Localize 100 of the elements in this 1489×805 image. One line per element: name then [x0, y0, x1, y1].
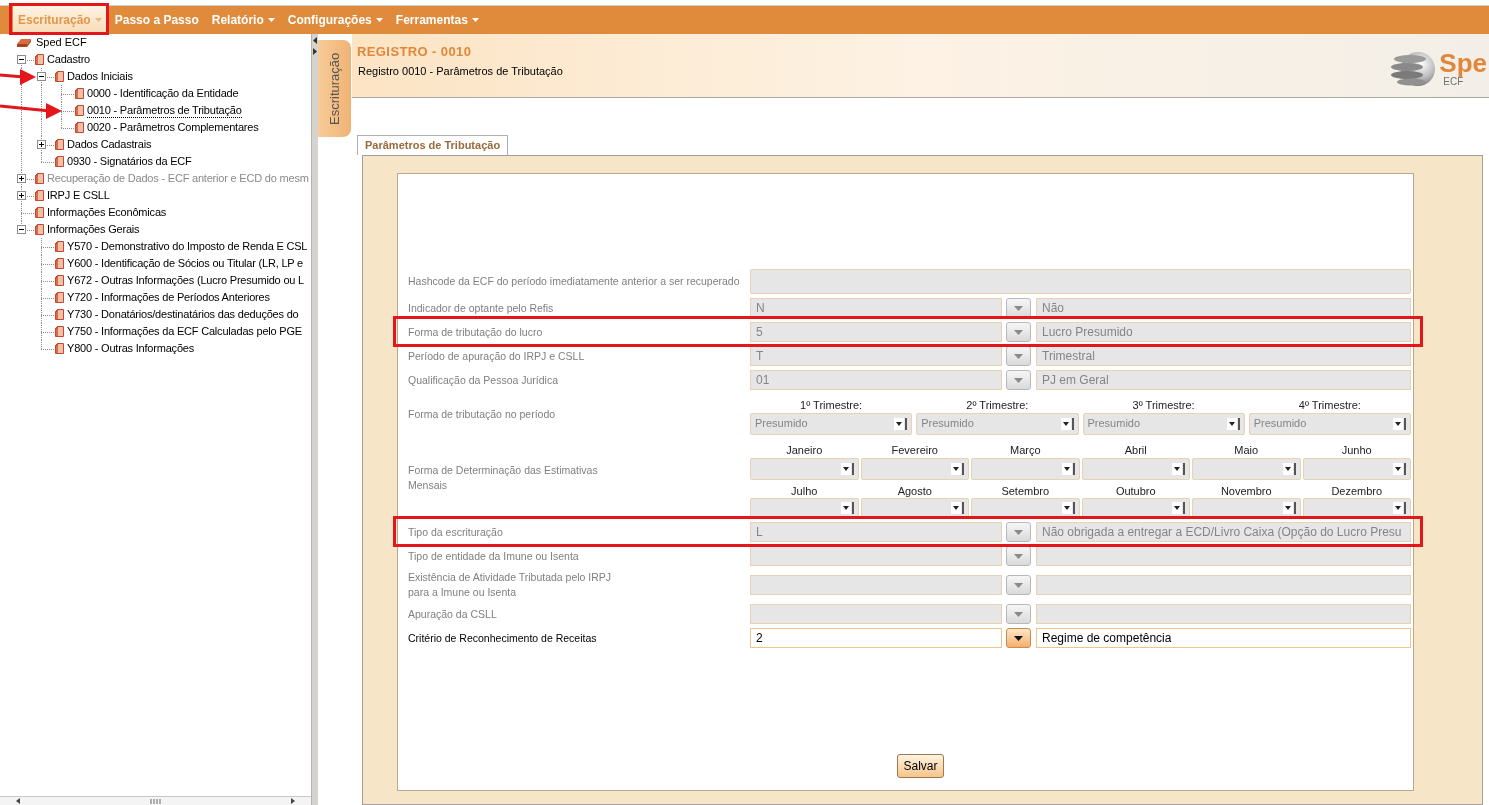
tree-item[interactable]: Y730 - Donatários/destinatários das deduções do [67, 307, 299, 322]
tree-item[interactable]: Y600 - Identificação de Sócios ou Titular (LR, LP e [67, 256, 304, 271]
tree-item[interactable]: Dados Cadastrais [67, 137, 152, 152]
right-arrow-icon[interactable] [313, 48, 317, 55]
tree-item[interactable]: Y570 - Demonstrativo do Imposto de Renda E CSL [67, 239, 308, 254]
tree-item[interactable]: Cadastro [47, 52, 91, 67]
tree-item[interactable]: Y720 - Informações de Períodos Anteriores [67, 290, 270, 305]
collapse-icon[interactable] [17, 55, 26, 64]
document-icon [55, 343, 64, 354]
period-label: Abril [1123, 442, 1148, 457]
document-icon [35, 207, 44, 218]
dropdown-arrow-icon [1060, 416, 1075, 431]
menu-item[interactable]: Passo a Passo [109, 6, 204, 34]
expand-icon[interactable] [37, 140, 46, 149]
caret-icon [1014, 305, 1023, 311]
field-label: Forma de Determinação das Estimativas Mensais [408, 463, 598, 493]
document-icon [75, 88, 84, 99]
page-title: REGISTRO - 0010 [357, 44, 473, 60]
field-label: Forma de tributação do lucro [408, 324, 543, 340]
field-label: Tipo de entidade da Imune ou Isenta [408, 548, 579, 564]
document-icon [35, 190, 44, 201]
document-icon [35, 173, 44, 184]
document-icon [35, 224, 44, 235]
collapse-icon[interactable] [37, 72, 46, 81]
caret-icon [1014, 377, 1023, 383]
dropdown-button[interactable] [1006, 628, 1031, 648]
document-icon [55, 292, 64, 303]
field-label: Critério de Reconhecimento de Receitas [408, 630, 597, 646]
period-label: Fevereiro [890, 442, 939, 457]
dropdown-arrow-icon [1172, 500, 1186, 515]
period-label: 4º Trimestre: [1297, 397, 1362, 412]
dropdown-arrow-icon [1061, 461, 1076, 476]
period-label: Novembro [1219, 483, 1273, 498]
horizontal-scrollbar[interactable] [0, 796, 311, 805]
tree-item[interactable]: Y672 - Outras Informações (Lucro Presumido ou L [67, 273, 304, 288]
period-label: Outubro [1114, 483, 1157, 498]
scroll-left-icon[interactable] [16, 798, 20, 804]
tree-item[interactable]: Dados Iniciais [67, 69, 133, 84]
tree-item[interactable]: 0930 - Signatários da ECF [67, 154, 192, 169]
expand-icon[interactable] [17, 191, 26, 200]
dropdown-arrow-icon [1226, 416, 1241, 431]
field-label: Indicador de optante pelo Refis [408, 300, 554, 316]
scroll-right-icon[interactable] [291, 798, 295, 804]
caret-icon [1014, 611, 1023, 617]
caret-icon [1014, 582, 1023, 588]
caret-icon [1014, 353, 1023, 359]
caret-icon [1014, 329, 1023, 335]
caret-icon [1014, 635, 1023, 641]
tree-item[interactable]: Y750 - Informações da ECF Calculadas pelo PGE [67, 324, 302, 339]
dropdown-arrow-icon [1393, 416, 1407, 431]
document-icon [55, 71, 64, 82]
document-icon [55, 326, 64, 337]
dropdown-arrow-icon [1061, 500, 1076, 515]
period-label: Junho [1340, 442, 1373, 457]
tree-item[interactable]: Informações Econômicas [47, 205, 167, 220]
left-arrow-icon[interactable] [313, 37, 317, 44]
code-field[interactable]: 2 [750, 628, 1002, 648]
tab[interactable]: Parâmetros de Tributação [357, 135, 509, 155]
field-label: Forma de tributação no período [408, 406, 556, 422]
dropdown-arrow-icon [840, 500, 855, 515]
field-label: Qualificação da Pessoa Jurídica [408, 372, 558, 388]
menu-item[interactable]: Ferramentas [390, 6, 484, 34]
logo-text: Spe [1439, 50, 1487, 76]
tree-item[interactable]: Y800 - Outras Informações [67, 341, 195, 356]
tree-item[interactable]: Informações Gerais [47, 222, 140, 237]
period-label: 2º Trimestre: [965, 397, 1030, 412]
period-label: Março [1008, 442, 1042, 457]
menu-item[interactable]: Relatório [206, 6, 280, 34]
document-icon [35, 54, 44, 65]
period-label: Janeiro [785, 442, 824, 457]
field-label: Período de apuração do IRPJ e CSLL [408, 348, 585, 364]
period-label: Dezembro [1330, 483, 1384, 498]
tree-item[interactable]: 0000 - Identificação da Entidade [87, 86, 239, 101]
collapse-icon[interactable] [17, 225, 26, 234]
tree-item[interactable]: 0010 - Parâmetros de Tributação [87, 103, 242, 118]
side-tab[interactable]: Escrituração [318, 40, 351, 137]
menu-item[interactable]: Configurações [282, 6, 388, 34]
document-icon [55, 275, 64, 286]
tree-root[interactable]: Sped ECF [36, 34, 87, 51]
tree-item[interactable]: IRPJ E CSLL [47, 188, 110, 203]
period-label: 1º Trimestre: [799, 397, 864, 412]
dropdown-arrow-icon [951, 461, 965, 476]
period-label: Julho [790, 483, 819, 498]
dropdown-arrow-icon [1393, 500, 1407, 515]
scroll-grip-icon[interactable] [149, 798, 162, 804]
document-icon [55, 309, 64, 320]
document-icon [75, 105, 84, 116]
tree-item[interactable]: 0020 - Parâmetros Complementares [87, 120, 259, 135]
document-icon [75, 122, 84, 133]
period-label: Agosto [896, 483, 933, 498]
caret-icon [1014, 553, 1023, 559]
dropdown-arrow-icon [1282, 461, 1297, 476]
save-button[interactable]: Salvar [897, 754, 944, 778]
field-label: Tipo da escrituração [408, 524, 503, 540]
dropdown-arrow-icon [1393, 461, 1407, 476]
description-field[interactable]: Regime de competência [1036, 628, 1411, 648]
field-label: Apuração da CSLL [408, 606, 497, 622]
dropdown-arrow-icon [1172, 461, 1186, 476]
document-icon [55, 241, 64, 252]
field-label: Existência de Atividade Tributada pelo IRPJ para a Imune ou Isenta [408, 570, 612, 600]
